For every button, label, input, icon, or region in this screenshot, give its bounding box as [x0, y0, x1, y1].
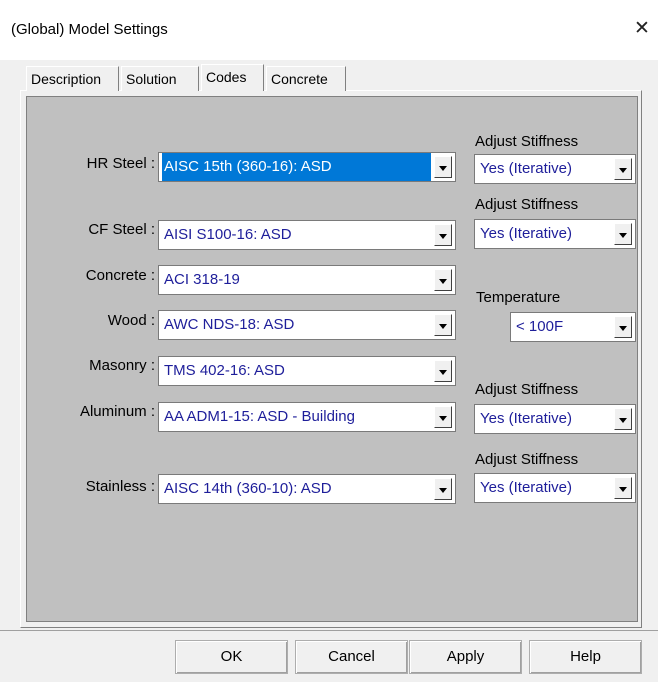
wood-code-value: AWC NDS-18: ASD: [164, 316, 295, 333]
aluminum-code-value: AA ADM1-15: ASD - Building: [164, 408, 355, 425]
chevron-down-icon[interactable]: [614, 477, 632, 499]
concrete-code-value: ACI 318-19: [164, 271, 240, 288]
chevron-down-icon[interactable]: [614, 408, 632, 430]
close-icon[interactable]: ✕: [630, 14, 654, 44]
tab-solution[interactable]: Solution: [121, 66, 199, 91]
cf-steel-adjust-stiffness-select[interactable]: Yes (Iterative): [474, 219, 636, 249]
stainless-adjust-stiffness-label: Adjust Stiffness: [475, 451, 579, 468]
masonry-code-value: TMS 402-16: ASD: [164, 362, 285, 379]
stainless-code-value: AISC 14th (360-10): ASD: [164, 480, 332, 497]
wood-temperature-select[interactable]: < 100F: [510, 312, 636, 342]
tab-concrete[interactable]: Concrete: [266, 66, 346, 91]
help-button[interactable]: Help: [529, 640, 642, 674]
cf-steel-code-value: AISI S100-16: ASD: [164, 226, 292, 243]
wood-code-select[interactable]: AWC NDS-18: ASD: [158, 310, 456, 340]
hr-steel-adjust-stiffness-label: Adjust Stiffness: [475, 133, 579, 150]
wood-temperature-value: < 100F: [516, 318, 564, 335]
stainless-adjust-stiffness-value: Yes (Iterative): [480, 479, 572, 496]
chevron-down-icon[interactable]: [434, 314, 452, 336]
concrete-label: Concrete :: [85, 267, 155, 284]
aluminum-label: Aluminum :: [79, 403, 155, 420]
title-bar: (Global) Model Settings ✕: [0, 0, 658, 60]
hr-steel-code-value: AISC 15th (360-16): ASD: [162, 153, 431, 181]
cf-steel-adjust-stiffness-label: Adjust Stiffness: [475, 196, 579, 213]
apply-button[interactable]: Apply: [409, 640, 522, 674]
footer-separator: [0, 630, 658, 631]
chevron-down-icon[interactable]: [434, 478, 452, 500]
aluminum-adjust-stiffness-label: Adjust Stiffness: [475, 381, 579, 398]
concrete-code-select[interactable]: ACI 318-19: [158, 265, 456, 295]
stainless-adjust-stiffness-select[interactable]: Yes (Iterative): [474, 473, 636, 503]
tab-label: Description: [31, 71, 102, 87]
wood-temperature-label: Temperature: [476, 289, 561, 306]
window-title: (Global) Model Settings: [11, 21, 168, 38]
chevron-down-icon[interactable]: [434, 360, 452, 382]
chevron-down-icon[interactable]: [434, 269, 452, 291]
chevron-down-icon[interactable]: [614, 223, 632, 245]
aluminum-adjust-stiffness-value: Yes (Iterative): [480, 410, 572, 427]
hr-steel-adjust-stiffness-value: Yes (Iterative): [480, 160, 572, 177]
tab-label: Codes: [206, 69, 247, 85]
tab-description[interactable]: Description: [26, 66, 119, 91]
hr-steel-label: HR Steel :: [86, 155, 155, 172]
masonry-code-select[interactable]: TMS 402-16: ASD: [158, 356, 456, 386]
cancel-button[interactable]: Cancel: [295, 640, 408, 674]
ok-button[interactable]: OK: [175, 640, 288, 674]
aluminum-code-select[interactable]: AA ADM1-15: ASD - Building: [158, 402, 456, 432]
tab-label: Concrete: [271, 71, 328, 87]
wood-label: Wood :: [107, 312, 155, 329]
cf-steel-adjust-stiffness-value: Yes (Iterative): [480, 225, 572, 242]
stainless-code-select[interactable]: AISC 14th (360-10): ASD: [158, 474, 456, 504]
chevron-down-icon[interactable]: [614, 316, 632, 338]
chevron-down-icon[interactable]: [614, 158, 632, 180]
hr-steel-code-select[interactable]: AISC 15th (360-16): ASD: [158, 152, 456, 182]
chevron-down-icon[interactable]: [434, 156, 452, 178]
cf-steel-code-select[interactable]: AISI S100-16: ASD: [158, 220, 456, 250]
masonry-label: Masonry :: [89, 357, 155, 374]
cf-steel-label: CF Steel :: [88, 221, 155, 238]
tab-codes[interactable]: Codes: [201, 64, 264, 91]
tab-label: Solution: [126, 71, 177, 87]
stainless-label: Stainless :: [85, 478, 155, 495]
chevron-down-icon[interactable]: [434, 224, 452, 246]
chevron-down-icon[interactable]: [434, 406, 452, 428]
aluminum-adjust-stiffness-select[interactable]: Yes (Iterative): [474, 404, 636, 434]
hr-steel-adjust-stiffness-select[interactable]: Yes (Iterative): [474, 154, 636, 184]
